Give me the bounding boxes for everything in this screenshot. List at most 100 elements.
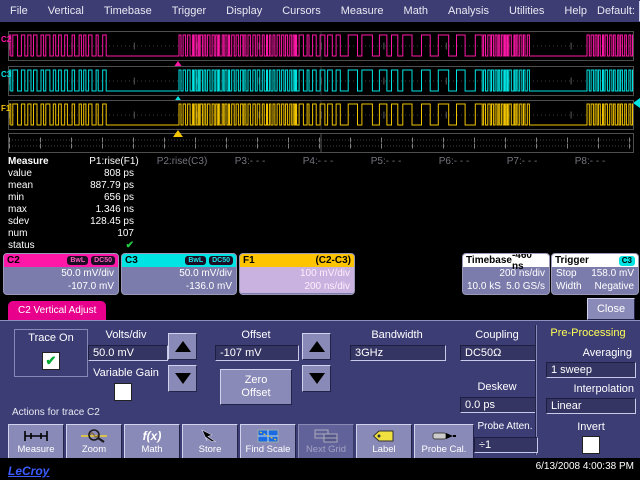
f1-time-div: 200 ns/div (244, 280, 350, 293)
measure-column-header[interactable]: P2:rise(C3) (148, 156, 216, 168)
timebase-descriptor[interactable]: Timebase -460 ns 200 ns/div 10.0 kS 5.0 … (462, 253, 550, 295)
measure-column-header[interactable]: P1:rise(F1) (80, 156, 148, 168)
bandwidth-field[interactable]: 3GHz (350, 345, 446, 361)
store-icon (200, 428, 220, 443)
math-icon: f(x) (143, 428, 162, 443)
measure-value-cell (352, 204, 420, 216)
measure-value-cell (352, 228, 420, 240)
measure-column: P7:- - - (488, 156, 556, 252)
probe-atten-field[interactable]: ÷1 (474, 437, 538, 453)
offset-down-button[interactable] (302, 365, 331, 392)
c3-trace (9, 67, 633, 95)
measure-value-cell (284, 168, 352, 180)
preprocessing-title: Pre-Processing (540, 327, 636, 339)
trigger-source-badge: C3 (619, 256, 635, 266)
math-button[interactable]: f(x)Math (124, 424, 180, 459)
averaging-label: Averaging (546, 347, 632, 359)
tab-c2-vertical-adjust[interactable]: C2 Vertical Adjust (8, 301, 106, 320)
measure-status-cell (284, 240, 352, 252)
close-button[interactable]: Close (587, 298, 635, 320)
menu-item-trigger[interactable]: Trigger (162, 5, 216, 17)
menu-item-math[interactable]: Math (394, 5, 438, 17)
next-grid-icon (314, 428, 338, 443)
averaging-field[interactable]: 1 sweep (546, 362, 636, 378)
variable-gain-checkbox[interactable] (114, 383, 132, 401)
timebase-title: Timebase (466, 255, 512, 266)
trigger-descriptor[interactable]: Trigger C3 Stop 158.0 mV Width Negative (551, 253, 639, 295)
volts-div-up-button[interactable] (168, 333, 197, 360)
action-button-label: Find Scale (246, 444, 291, 455)
trigger-type-row: Width Negative (552, 280, 638, 293)
measure-column-header[interactable]: P8:- - - (556, 156, 624, 168)
volts-div-down-button[interactable] (168, 365, 197, 392)
trigger-level: 158.0 mV (591, 267, 634, 280)
measure-column-header[interactable]: P3:- - - (216, 156, 284, 168)
menu-item-file[interactable]: File (0, 5, 38, 17)
measure-row-label: mean (8, 180, 80, 192)
measure-value-cell (556, 168, 624, 180)
measure-value-cell: 887.79 ps (80, 180, 148, 192)
label-button[interactable]: Label (356, 424, 412, 459)
menu-item-measure[interactable]: Measure (331, 5, 394, 17)
menu-item-timebase[interactable]: Timebase (94, 5, 162, 17)
f1-header: F1 (C2-C3) (240, 254, 354, 267)
measure-column-header[interactable]: P6:- - - (420, 156, 488, 168)
menu-bar: FileVerticalTimebaseTriggerDisplayCursor… (0, 0, 640, 22)
trigger-level-arrow[interactable] (633, 98, 640, 108)
c2-settings: 50.0 mV/div -107.0 mV (4, 267, 118, 293)
store-button[interactable]: Store (182, 424, 238, 459)
zero-offset-button[interactable]: Zero Offset (220, 369, 292, 405)
zoom-button[interactable]: Zoom (66, 424, 122, 459)
measure-value-cell (352, 192, 420, 204)
waveform-display-area: C2C3F1 (0, 22, 640, 156)
lecroy-logo: LeCroy (8, 464, 49, 478)
measure-column-header[interactable]: P5:- - - (352, 156, 420, 168)
invert-label: Invert (556, 421, 626, 433)
action-button-label: Measure (18, 444, 55, 455)
measure-value-cell (284, 228, 352, 240)
measure-value-cell (420, 168, 488, 180)
timebase-rate: 5.0 GS/s (506, 280, 545, 293)
coupling-label: Coupling (460, 329, 534, 341)
measure-column: P5:- - - (352, 156, 420, 252)
deskew-field[interactable]: 0.0 ps (460, 397, 536, 413)
dialog-tab-bar: C2 Vertical Adjust Close (0, 296, 640, 320)
menu-item-display[interactable]: Display (216, 5, 272, 17)
channel-descriptor-c2[interactable]: C2 BwL DC50 50.0 mV/div -107.0 mV (3, 253, 119, 295)
find-scale-button[interactable]: Find Scale (240, 424, 296, 459)
measure-value-cell (420, 180, 488, 192)
interpolation-label: Interpolation (542, 383, 634, 395)
menu-item-cursors[interactable]: Cursors (272, 5, 331, 17)
offset-field[interactable]: -107 mV (215, 345, 299, 361)
f1-trigger-position-marker[interactable] (173, 130, 183, 137)
offset-label: Offset (215, 329, 297, 341)
menu-item-vertical[interactable]: Vertical (38, 5, 94, 17)
up-arrow-icon (175, 341, 191, 352)
f1-strip-label: F1 (1, 104, 10, 113)
menu-item-help[interactable]: Help (554, 5, 597, 17)
measure-column-header[interactable]: P4:- - - (284, 156, 352, 168)
probe-cal--button[interactable]: Probe Cal. (414, 424, 474, 459)
measure-button[interactable]: Measure (8, 424, 64, 459)
measure-column-header[interactable]: P7:- - - (488, 156, 556, 168)
menu-item-utilities[interactable]: Utilities (499, 5, 554, 17)
coupling-field[interactable]: DC50Ω (460, 345, 536, 361)
timebase-samples: 10.0 kS (467, 280, 501, 293)
measure-row-label: status (8, 240, 80, 252)
f1-volts-div: 100 mV/div (244, 267, 350, 280)
measure-value-cell (284, 216, 352, 228)
channel-descriptor-c3[interactable]: C3 BwL DC50 50.0 mV/div -136.0 mV (121, 253, 237, 295)
trace-on-checkbox[interactable]: ✔ (42, 352, 60, 370)
menu-items: FileVerticalTimebaseTriggerDisplayCursor… (0, 5, 597, 17)
trace-descriptor-f1[interactable]: F1 (C2-C3) 100 mV/div 200 ns/div (239, 253, 355, 295)
interpolation-field[interactable]: Linear (546, 398, 636, 414)
invert-checkbox[interactable] (582, 436, 600, 454)
timebase-sampling-row: 10.0 kS 5.0 GS/s (463, 280, 549, 293)
volts-div-field[interactable]: 50.0 mV (88, 345, 168, 361)
action-button-label: Next Grid (306, 444, 346, 455)
probe-atten-label: Probe Atten. (474, 421, 536, 432)
menu-item-analysis[interactable]: Analysis (438, 5, 499, 17)
offset-up-button[interactable] (302, 333, 331, 360)
measure-value-cell (420, 192, 488, 204)
measure-row-label: value (8, 168, 80, 180)
